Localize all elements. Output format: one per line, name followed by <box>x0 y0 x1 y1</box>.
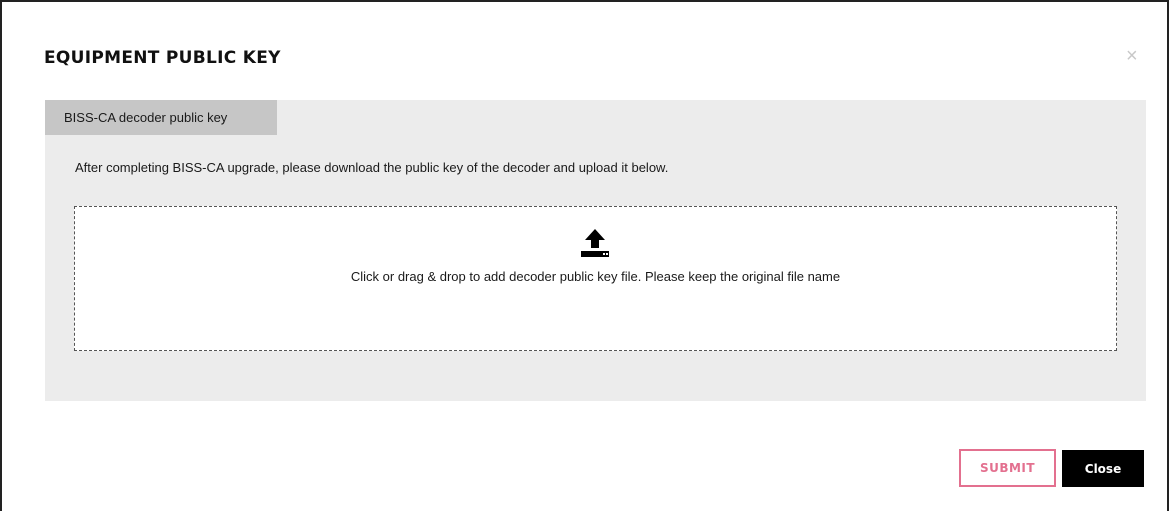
tab-panel: BISS-CA decoder public key After complet… <box>45 100 1146 401</box>
instructions-text: After completing BISS-CA upgrade, please… <box>75 160 669 175</box>
close-button[interactable]: Close <box>1062 450 1144 487</box>
close-icon[interactable]: × <box>1126 46 1138 66</box>
dialog-title: EQUIPMENT PUBLIC KEY <box>44 48 281 68</box>
dropzone-text: Click or drag & drop to add decoder publ… <box>350 269 841 284</box>
file-dropzone[interactable]: Click or drag & drop to add decoder publ… <box>74 206 1117 351</box>
submit-button[interactable]: SUBMIT <box>959 449 1056 487</box>
tab-biss-ca-decoder-public-key[interactable]: BISS-CA decoder public key <box>45 100 277 135</box>
equipment-public-key-dialog: EQUIPMENT PUBLIC KEY × BISS-CA decoder p… <box>0 0 1169 511</box>
upload-icon <box>581 229 609 257</box>
